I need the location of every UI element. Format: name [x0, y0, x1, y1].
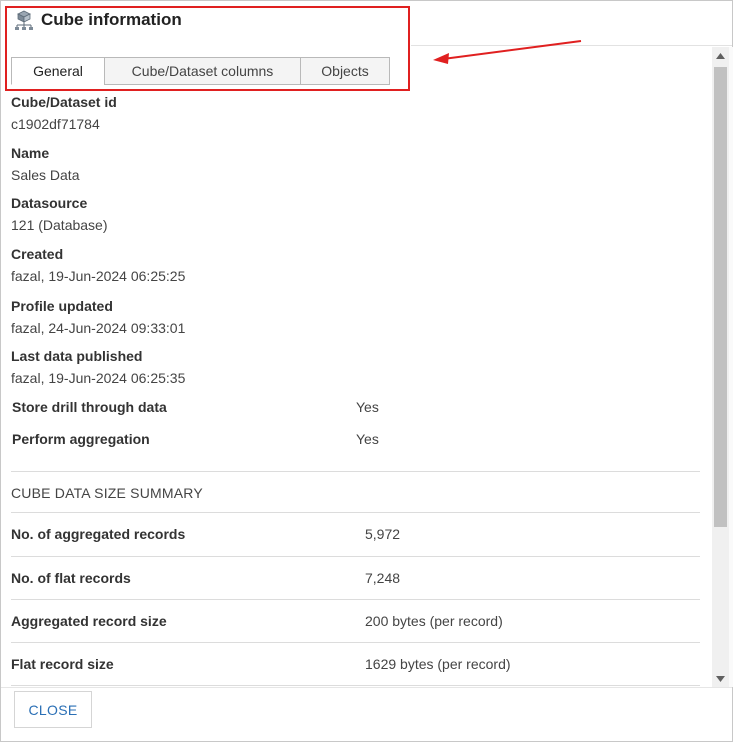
scrollbar-thumb[interactable]: [714, 67, 727, 527]
summary-value: 1629 bytes (per record): [365, 656, 511, 672]
summary-value: 200 bytes (per record): [365, 613, 503, 629]
field-label: Datasource: [11, 195, 88, 211]
annotation-arrow-icon: [433, 40, 582, 64]
summary-heading: CUBE DATA SIZE SUMMARY: [11, 485, 203, 501]
summary-row-aggregated-records: No. of aggregated records 5,972: [11, 514, 700, 556]
cube-information-dialog: Cube information General Cube/Dataset co…: [0, 0, 733, 742]
summary-label: Aggregated record size: [11, 613, 167, 629]
scroll-up-arrow-icon[interactable]: [712, 47, 729, 64]
field-label: Name: [11, 145, 50, 161]
row-divider: [11, 556, 700, 557]
scroll-down-arrow-icon[interactable]: [712, 670, 729, 687]
field-label: Cube/Dataset id: [11, 94, 117, 110]
field-label: Created: [11, 246, 64, 262]
row-divider: [11, 599, 700, 600]
field-value: 121 (Database): [11, 217, 108, 233]
option-store-drill-through: Store drill through data Yes: [12, 399, 702, 419]
summary-label: No. of aggregated records: [11, 526, 186, 542]
summary-row-flat-record-size: Flat record size 1629 bytes (per record): [11, 644, 700, 686]
option-label: Store drill through data: [12, 399, 167, 415]
vertical-scrollbar[interactable]: [712, 47, 729, 687]
field-profile-updated: Profile updated fazal, 24-Jun-2024 09:33…: [11, 297, 185, 337]
summary-label: No. of flat records: [11, 570, 131, 586]
close-button[interactable]: CLOSE: [14, 691, 92, 728]
field-created: Created fazal, 19-Jun-2024 06:25:25: [11, 245, 185, 285]
summary-row-aggregated-record-size: Aggregated record size 200 bytes (per re…: [11, 601, 700, 643]
summary-label: Flat record size: [11, 656, 114, 672]
field-datasource: Datasource 121 (Database): [11, 194, 108, 234]
summary-row-flat-records: No. of flat records 7,248: [11, 558, 700, 600]
row-divider: [11, 685, 700, 686]
option-value: Yes: [356, 399, 379, 415]
field-value: fazal, 19-Jun-2024 06:25:25: [11, 268, 186, 284]
annotation-highlight-box: [5, 6, 410, 91]
background-window-edge: [729, 47, 733, 687]
row-divider: [11, 512, 700, 513]
row-divider: [11, 642, 700, 643]
field-label: Last data published: [11, 348, 143, 364]
general-tab-panel: Cube/Dataset id c1902df71784 Name Sales …: [1, 87, 712, 687]
summary-value: 7,248: [365, 570, 401, 586]
section-divider: [11, 471, 700, 472]
field-label: Profile updated: [11, 298, 113, 314]
footer-divider: [1, 687, 732, 688]
field-name: Name Sales Data: [11, 144, 79, 184]
option-perform-aggregation: Perform aggregation Yes: [12, 431, 702, 451]
field-value: fazal, 24-Jun-2024 09:33:01: [11, 320, 186, 336]
field-value: fazal, 19-Jun-2024 06:25:35: [11, 370, 186, 386]
option-label: Perform aggregation: [12, 431, 150, 447]
summary-value: 5,972: [365, 526, 401, 542]
field-last-data-published: Last data published fazal, 19-Jun-2024 0…: [11, 347, 185, 387]
field-value: c1902df71784: [11, 116, 100, 132]
option-value: Yes: [356, 431, 379, 447]
field-cube-dataset-id: Cube/Dataset id c1902df71784: [11, 93, 117, 133]
field-value: Sales Data: [11, 167, 80, 183]
